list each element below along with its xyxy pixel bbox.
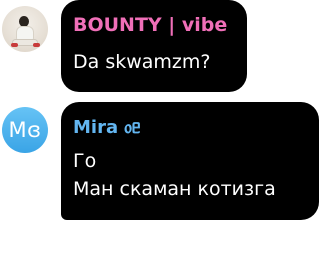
avatar[interactable]: Mɞ: [2, 107, 48, 153]
avatar-figure-shoe-right: [33, 43, 40, 47]
avatar[interactable]: [2, 6, 48, 52]
avatar-figure-shoe-left: [11, 43, 18, 47]
message-text: Da skwamzm?: [73, 51, 211, 73]
message-text-line-2: Ман скаман котизга: [73, 178, 276, 200]
message-bubble[interactable]: Mira ᥆ᥱ Го Ман скаман котизга: [61, 102, 319, 220]
sender-name[interactable]: Mira ᥆ᥱ: [73, 117, 141, 138]
message-text-line-1: Го: [73, 150, 97, 172]
sender-name[interactable]: BOUNTY | vibe: [73, 14, 227, 36]
message-bubble[interactable]: BOUNTY | vibe Da skwamzm?: [61, 0, 247, 92]
